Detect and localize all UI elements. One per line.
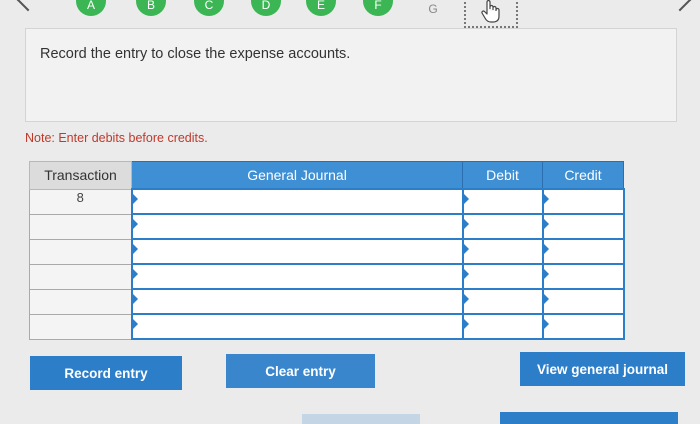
transaction-cell [29,213,132,240]
table-header-row: Transaction General Journal Debit Credit [29,161,624,190]
transaction-cell [29,263,132,290]
debit-input[interactable] [461,238,544,265]
account-dropdown[interactable] [130,238,464,265]
credit-input[interactable] [541,263,625,290]
prompt-text: Record the entry to close the expense ac… [40,46,351,62]
account-dropdown[interactable] [130,288,464,315]
question-prompt: Record the entry to close the expense ac… [25,28,677,122]
header-credit: Credit [542,161,624,190]
step-f-tab[interactable]: F [363,0,393,16]
step-g-tab[interactable]: G [418,0,448,20]
debit-input[interactable] [461,188,544,215]
step-d-tab[interactable]: D [251,0,281,16]
account-dropdown[interactable] [130,263,464,290]
debit-input[interactable] [461,263,544,290]
current-step-indicator[interactable] [464,0,518,28]
note-text: Note: Enter debits before credits. [25,131,208,145]
debit-input[interactable] [461,288,544,315]
table-row: 8 [29,188,625,215]
step-a-tab[interactable]: A [76,0,106,16]
credit-input[interactable] [541,213,625,240]
header-general-journal: General Journal [131,161,463,190]
step-navigation: A B C D E F G [0,0,700,28]
table-row [29,288,625,315]
journal-entry-table: Transaction General Journal Debit Credit… [29,161,625,340]
clear-entry-button[interactable]: Clear entry [226,354,375,388]
account-dropdown[interactable] [130,213,464,240]
step-b-tab[interactable]: B [136,0,166,16]
step-c-tab[interactable]: C [194,0,224,16]
credit-input[interactable] [541,188,625,215]
transaction-cell [29,313,132,340]
credit-input[interactable] [541,313,625,340]
table-row [29,263,625,290]
account-dropdown[interactable] [130,313,464,340]
chevron-left-icon[interactable] [16,0,40,12]
credit-input[interactable] [541,238,625,265]
debit-input[interactable] [461,313,544,340]
chevron-right-icon[interactable] [668,0,692,12]
transaction-cell: 8 [29,188,132,215]
prev-button-partial[interactable] [302,414,420,424]
debit-input[interactable] [461,213,544,240]
credit-input[interactable] [541,288,625,315]
record-entry-button[interactable]: Record entry [30,356,182,390]
transaction-cell [29,238,132,265]
table-row [29,238,625,265]
next-button-partial[interactable] [500,412,678,424]
table-row [29,313,625,340]
table-row [29,213,625,240]
transaction-cell [29,288,132,315]
account-dropdown[interactable] [130,188,464,215]
header-transaction: Transaction [29,161,132,190]
view-general-journal-button[interactable]: View general journal [520,352,685,386]
step-e-tab[interactable]: E [306,0,336,16]
hand-cursor-icon [481,0,500,23]
header-debit: Debit [462,161,543,190]
